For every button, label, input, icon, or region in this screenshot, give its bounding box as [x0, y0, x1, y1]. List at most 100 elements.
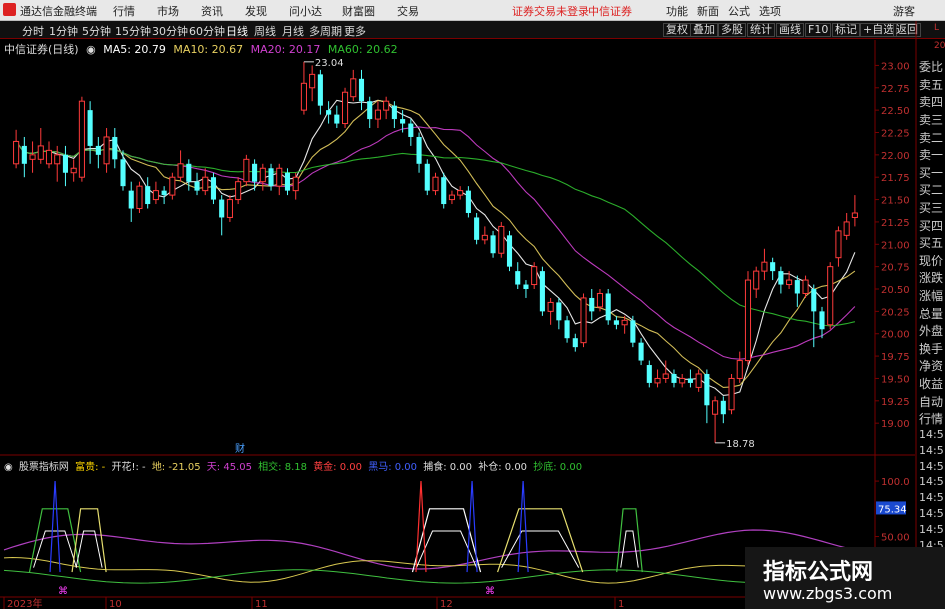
chart-canvas[interactable]: 23.00 22.75 22.50 22.25 22.00 21.75 21.50 21.25… [0, 0, 945, 609]
candle-body [29, 154, 36, 160]
side-label[interactable]: 卖四 [919, 93, 945, 110]
indicator-signal-trapezoid [497, 508, 584, 573]
indicator-name[interactable]: 股票指标网 [19, 462, 69, 473]
ma5-label: MA5: 20.79 [103, 43, 166, 56]
candle-body [572, 338, 578, 348]
watermark-url: www.zbgs3.com [763, 584, 893, 603]
candle-body [770, 262, 776, 272]
candle-body [408, 123, 414, 137]
ma10-line [15, 99, 856, 388]
date-axis-label: 1 [618, 599, 624, 609]
price-axis-label: 19.25 [881, 397, 910, 408]
candle-body [819, 311, 825, 330]
candle-body [70, 167, 77, 174]
price-axis-label: 22.75 [881, 84, 910, 95]
side-label[interactable]: L [934, 23, 945, 33]
candle-body [21, 145, 27, 164]
indicator-tian-line [3, 529, 856, 570]
high-price-label: 23.04 [315, 58, 344, 69]
candle-body [210, 177, 217, 200]
tick-time: 14:5 [919, 475, 944, 489]
date-axis-label: 10 [109, 599, 122, 609]
candle-body [744, 279, 752, 362]
side-label[interactable]: 买三 [919, 199, 945, 216]
side-label[interactable]: 现价 [919, 252, 945, 269]
side-label[interactable]: 自动 [919, 393, 945, 410]
candle-body [728, 377, 735, 411]
indicator-axis-label: 100.0 [881, 477, 910, 488]
side-label[interactable]: 涨幅 [919, 287, 945, 304]
candle-body [300, 82, 307, 111]
candle-body [523, 284, 529, 290]
indicator-spike [517, 481, 529, 573]
candle-body [136, 185, 143, 210]
candle-body [186, 163, 192, 182]
ind-heima: 黑马: 0.00 [368, 462, 418, 473]
candle-body [662, 373, 669, 379]
indicator-signal-inner [501, 530, 580, 568]
candle-body [259, 167, 266, 183]
side-label[interactable]: 收益 [919, 375, 945, 392]
indicator-di-line [3, 556, 856, 584]
side-label[interactable]: 买二 [919, 181, 945, 198]
candle-body [326, 110, 332, 115]
candle-body [400, 119, 406, 124]
side-label[interactable]: 卖二 [919, 129, 945, 146]
price-axis-label: 22.00 [881, 151, 910, 162]
side-label[interactable]: 涨跌 [919, 269, 945, 286]
candle-body [169, 176, 176, 196]
side-label[interactable]: 卖一 [919, 146, 945, 163]
date-axis-label: 12 [440, 599, 453, 609]
candle-body [383, 100, 390, 111]
watermark: 指标公式网 www.zbgs3.com [745, 547, 945, 609]
candle-body [317, 74, 323, 106]
side-label[interactable]: 买四 [919, 217, 945, 234]
candle-body [448, 194, 455, 201]
event-marker: 财 [235, 442, 245, 455]
candle-body [128, 190, 134, 209]
side-label[interactable]: 买五 [919, 234, 945, 251]
candle-body [539, 271, 545, 312]
ind-xiangjiao: 相交: 8.18 [258, 462, 307, 473]
side-label[interactable]: 20 [934, 41, 945, 51]
candle-body [62, 154, 69, 173]
indicator-axis-label: 50.00 [881, 533, 910, 544]
side-label[interactable]: 外盘 [919, 322, 945, 339]
side-label[interactable]: 换手 [919, 340, 945, 357]
candle-body [145, 186, 151, 205]
candle-body [687, 378, 693, 383]
candle-body [605, 293, 611, 321]
candle-body [596, 292, 604, 308]
ma60-label: MA60: 20.62 [327, 43, 398, 56]
price-axis-label: 19.00 [881, 419, 910, 430]
indicator-axis-label: 75.34 [878, 504, 907, 515]
tick-time: 14:5 [919, 443, 944, 457]
candle-body [465, 190, 471, 213]
price-axis-label: 22.50 [881, 106, 910, 117]
candle-body [564, 320, 570, 339]
candle-body [654, 377, 661, 384]
indicator-settings-icon[interactable]: ◉ [4, 462, 13, 473]
candle-body [219, 199, 225, 218]
side-label[interactable]: 总量 [919, 305, 945, 322]
candle-body [621, 319, 628, 326]
candle-body [851, 212, 858, 218]
side-label[interactable]: 卖五 [919, 76, 945, 93]
candle-body [835, 230, 842, 259]
side-label[interactable]: 行情 [919, 410, 945, 427]
candle-body [802, 279, 809, 294]
indicator-xiangjiao-line [3, 569, 856, 584]
candle-body [457, 190, 464, 196]
candle-body [843, 221, 850, 236]
side-label[interactable]: 卖三 [919, 111, 945, 128]
settings-icon[interactable]: ◉ [86, 43, 96, 56]
ma5-line [15, 99, 856, 396]
price-axis-label: 21.75 [881, 173, 910, 184]
buy-signal-icon: ⌘ [58, 586, 68, 597]
ma20-line [15, 126, 856, 360]
ind-di: 地: -21.05 [151, 462, 201, 473]
side-label[interactable]: 买一 [919, 164, 945, 181]
side-label[interactable]: 委比 [919, 58, 945, 75]
indicator-signal-inner [75, 530, 103, 568]
side-label[interactable]: 净资 [919, 357, 945, 374]
